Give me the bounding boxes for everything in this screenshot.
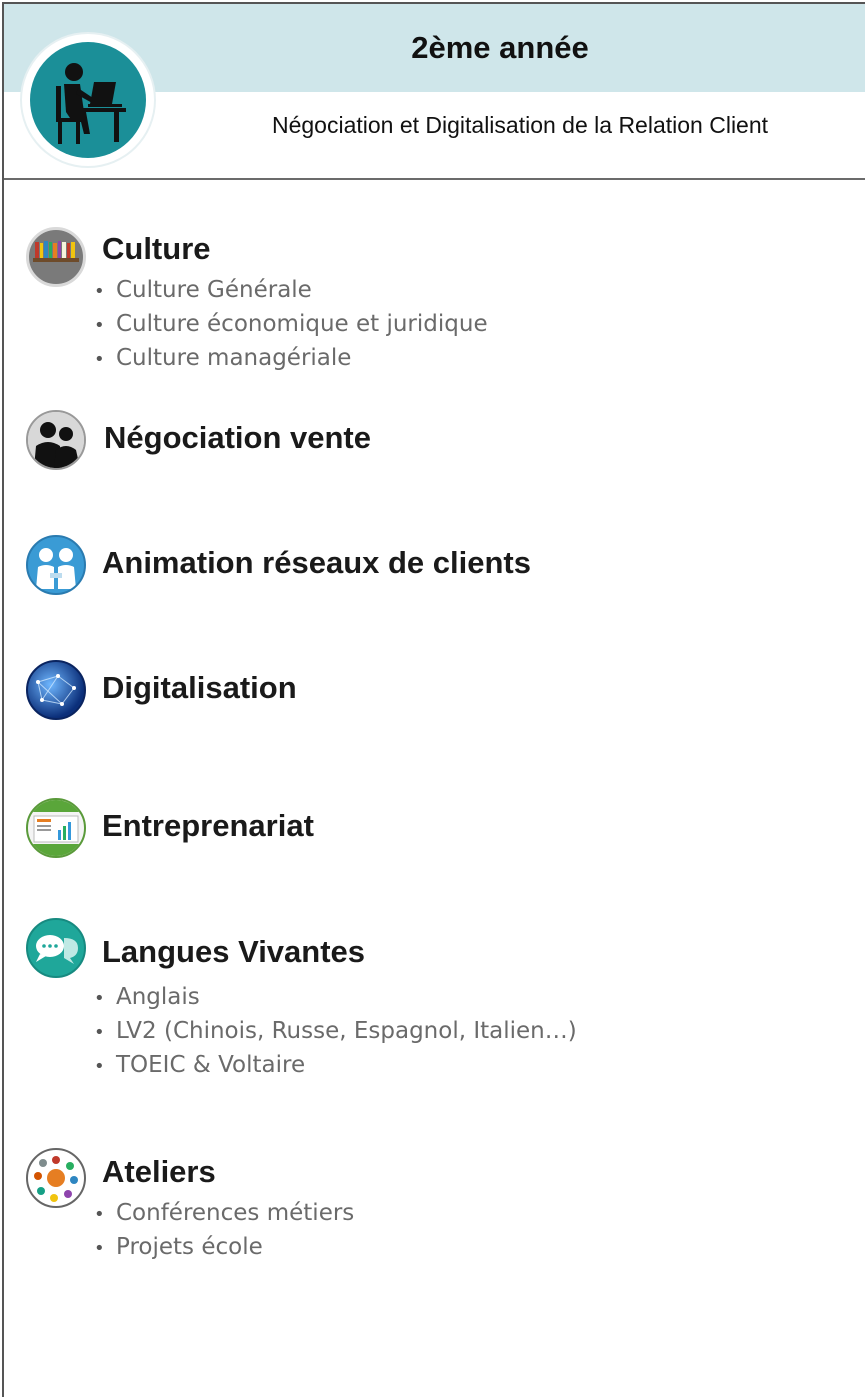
person-at-computer-icon bbox=[30, 42, 146, 158]
section-title: Animation réseaux de clients bbox=[102, 545, 531, 580]
section-items: • Culture Générale • Culture économique et… bbox=[94, 273, 488, 375]
section-title: Ateliers bbox=[102, 1154, 216, 1189]
list-item: • Conférences métiers bbox=[94, 1200, 355, 1226]
team-circle-icon bbox=[26, 1148, 86, 1208]
program-title: Négociation et Digitalisation de la Rela… bbox=[271, 112, 769, 138]
section-items: • Conférences métiers • Projets école bbox=[94, 1196, 354, 1264]
list-item: • Culture Générale bbox=[94, 277, 312, 303]
bookshelf-icon bbox=[26, 227, 86, 287]
list-item: • Culture managériale bbox=[94, 345, 352, 371]
header-divider bbox=[4, 178, 865, 180]
dashboard-monitor-icon bbox=[26, 798, 86, 858]
section-title: Langues Vivantes bbox=[102, 934, 366, 969]
list-item: • Culture économique et juridique bbox=[94, 311, 488, 337]
year-title: 2ème année bbox=[411, 30, 589, 65]
list-item: • Projets école bbox=[94, 1234, 263, 1260]
section-items: • Anglais • LV2 (Chinois, Russe, Espagnol,… bbox=[94, 980, 577, 1082]
list-item: • TOEIC & Voltaire bbox=[94, 1052, 306, 1078]
logo bbox=[22, 34, 154, 166]
network-globe-icon bbox=[26, 660, 86, 720]
list-item: • Anglais bbox=[94, 984, 200, 1010]
list-item: • LV2 (Chinois, Russe, Espagnol, Italien…… bbox=[94, 1018, 577, 1044]
section-title: Entreprenariat bbox=[102, 808, 314, 843]
section-title: Culture bbox=[102, 231, 211, 266]
business-people-icon bbox=[26, 410, 86, 470]
section-title: Négociation vente bbox=[104, 420, 371, 455]
chat-bubbles-icon bbox=[26, 918, 86, 978]
handshake-icon bbox=[26, 535, 86, 595]
section-title: Digitalisation bbox=[102, 670, 297, 705]
